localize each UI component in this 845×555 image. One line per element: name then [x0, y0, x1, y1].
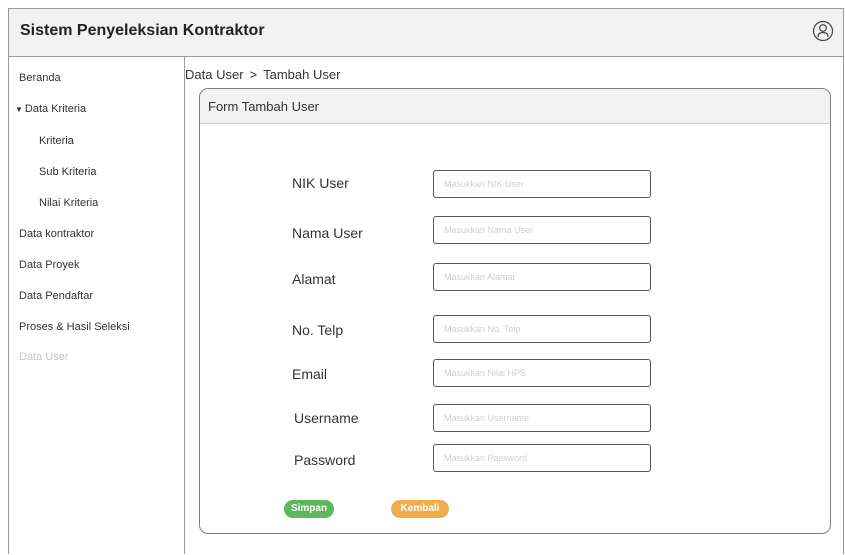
email-label: Email	[292, 366, 328, 382]
nama-user-label: Nama User	[292, 225, 363, 241]
sidebar-item-data-proyek[interactable]: Data Proyek	[19, 259, 80, 271]
form-header: Form Tambah User	[200, 89, 830, 124]
nik-user-label: NIK User	[292, 175, 349, 191]
breadcrumb-current: Tambah User	[263, 67, 341, 82]
breadcrumb-separator: >	[249, 67, 258, 82]
sidebar-item-data-user[interactable]: Data User	[19, 351, 69, 363]
form-title: Form Tambah User	[208, 99, 320, 114]
username-input[interactable]	[433, 404, 651, 432]
username-label: Username	[294, 410, 359, 426]
sidebar-item-data-pendaftar[interactable]: Data Pendaftar	[19, 290, 93, 302]
app-title: Sistem Penyeleksian Kontraktor	[20, 22, 265, 39]
save-button[interactable]: Simpan	[284, 500, 334, 518]
app-header: Sistem Penyeleksian Kontraktor	[9, 9, 843, 57]
caret-down-icon: ▼	[15, 105, 23, 114]
form-panel: Form Tambah User NIK User Nama User Alam…	[199, 88, 831, 534]
breadcrumb-parent[interactable]: Data User	[185, 67, 244, 82]
sidebar: Beranda ▼ Data Kriteria Kriteria Sub Krit…	[9, 56, 185, 554]
sidebar-item-beranda[interactable]: Beranda	[19, 72, 61, 84]
password-input[interactable]	[433, 444, 651, 472]
back-button[interactable]: Kembali	[391, 500, 449, 518]
sidebar-item-sub-kriteria[interactable]: Sub Kriteria	[39, 166, 96, 178]
breadcrumb: Data User > Tambah User	[185, 67, 340, 82]
alamat-label: Alamat	[292, 271, 336, 287]
password-label: Password	[294, 452, 356, 468]
user-circle-icon[interactable]	[812, 20, 834, 42]
sidebar-item-data-kontraktor[interactable]: Data kontraktor	[19, 228, 94, 240]
nama-user-input[interactable]	[433, 216, 651, 244]
no-telp-label: No. Telp	[292, 322, 344, 338]
nik-user-input[interactable]	[433, 170, 651, 198]
sidebar-item-proses-hasil-seleksi[interactable]: Proses & Hasil Seleksi	[19, 321, 130, 333]
email-input[interactable]	[433, 359, 651, 387]
sidebar-item-nilai-kriteria[interactable]: Nilai Kriteria	[39, 197, 98, 209]
sidebar-item-data-kriteria[interactable]: ▼ Data Kriteria	[15, 103, 86, 115]
sidebar-item-label: Data Kriteria	[24, 103, 87, 115]
no-telp-input[interactable]	[433, 315, 651, 343]
alamat-input[interactable]	[433, 263, 651, 291]
sidebar-item-kriteria[interactable]: Kriteria	[39, 135, 74, 147]
